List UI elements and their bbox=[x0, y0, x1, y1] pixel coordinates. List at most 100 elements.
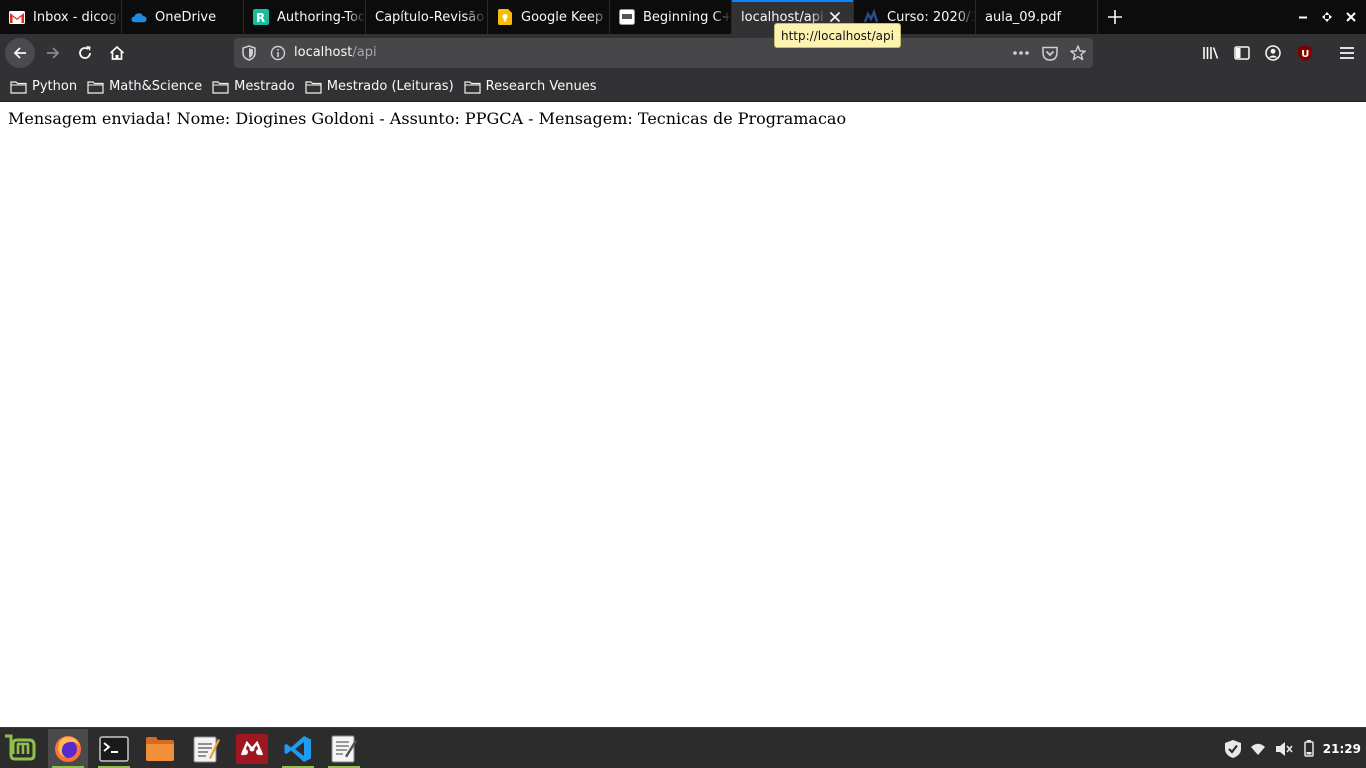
reload-icon bbox=[79, 46, 91, 59]
tab-title: Beginning C++ bbox=[643, 9, 731, 25]
bookmark-label: Math&Science bbox=[109, 79, 203, 94]
response-message: Mensagem enviada! Nome: Diogines Goldoni… bbox=[8, 109, 847, 128]
tab-onedrive[interactable]: OneDrive bbox=[122, 0, 244, 34]
plus-icon bbox=[1108, 10, 1122, 24]
tab-title: Inbox - dicogoldoni@gmail.com bbox=[33, 9, 121, 25]
battery-tray[interactable] bbox=[1300, 728, 1318, 768]
close-window-button[interactable] bbox=[1339, 0, 1363, 34]
minimize-window-button[interactable] bbox=[1291, 0, 1315, 34]
folder-icon bbox=[87, 80, 104, 94]
r-icon: R bbox=[253, 9, 269, 25]
onedrive-icon bbox=[131, 9, 147, 25]
tab-google-keep[interactable]: Google Keep bbox=[488, 0, 610, 34]
back-button[interactable] bbox=[5, 38, 35, 68]
folder-icon bbox=[212, 80, 229, 94]
mint-menu-button[interactable] bbox=[0, 729, 40, 768]
bookmark-label: Python bbox=[32, 79, 78, 94]
arrow-right-icon bbox=[47, 47, 60, 59]
sound-tray[interactable] bbox=[1273, 728, 1295, 768]
new-tab-button[interactable] bbox=[1098, 0, 1132, 34]
bookmark-star-icon[interactable] bbox=[1070, 45, 1086, 61]
tab-title: Google Keep bbox=[521, 9, 604, 25]
tracking-protection-icon[interactable] bbox=[241, 45, 257, 61]
tab-strip: Inbox - dicogoldoni@gmail.com OneDrive R… bbox=[0, 0, 1366, 34]
terminal-icon bbox=[99, 736, 129, 762]
maximize-window-button[interactable] bbox=[1315, 0, 1339, 34]
taskbar-clock[interactable]: 21:29 bbox=[1323, 728, 1361, 768]
taskbar-firefox[interactable] bbox=[48, 729, 88, 768]
files-icon bbox=[146, 737, 174, 761]
tab-gmail[interactable]: Inbox - dicogoldoni@gmail.com bbox=[0, 0, 122, 34]
pocket-icon[interactable] bbox=[1042, 45, 1058, 61]
taskbar-notes[interactable] bbox=[324, 729, 364, 768]
home-button[interactable] bbox=[102, 38, 132, 68]
url-path: /api bbox=[352, 45, 377, 60]
network-tray[interactable] bbox=[1248, 728, 1268, 768]
tab-title: Authoring-Tools bbox=[277, 9, 365, 25]
bookmark-folder-mestrado[interactable]: Mestrado bbox=[212, 75, 305, 99]
tab-title: aula_09.pdf bbox=[985, 9, 1062, 25]
taskbar-files[interactable] bbox=[140, 729, 180, 768]
bookmark-label: Mestrado bbox=[234, 79, 295, 94]
ublock-icon: U bbox=[1298, 45, 1312, 61]
bookmark-folder-mestrado-leituras[interactable]: Mestrado (Leituras) bbox=[305, 75, 464, 99]
taskbar-text-editor[interactable] bbox=[186, 729, 226, 768]
library-icon bbox=[1203, 47, 1219, 59]
update-manager-tray[interactable] bbox=[1223, 728, 1243, 768]
navigation-toolbar: localhost/api U bbox=[0, 34, 1366, 72]
close-icon bbox=[1346, 12, 1356, 22]
hamburger-menu-icon bbox=[1340, 47, 1354, 59]
shield-check-icon bbox=[1225, 739, 1241, 758]
forward-button[interactable] bbox=[38, 38, 68, 68]
account-button[interactable] bbox=[1258, 38, 1288, 68]
gmail-icon bbox=[9, 9, 25, 25]
tab-title: OneDrive bbox=[155, 9, 217, 25]
svg-text:R: R bbox=[256, 11, 265, 25]
sidebar-button[interactable] bbox=[1227, 38, 1257, 68]
tab-title: Curso: 2020/1 bbox=[887, 9, 975, 25]
bookmark-label: Mestrado (Leituras) bbox=[326, 79, 454, 94]
wifi-icon bbox=[1251, 743, 1265, 755]
taskbar-terminal[interactable] bbox=[94, 729, 134, 768]
bookmarks-toolbar: Python Math&Science Mestrado Mestrado (L… bbox=[0, 72, 1366, 102]
reload-button[interactable] bbox=[70, 38, 100, 68]
page-content: Mensagem enviada! Nome: Diogines Goldoni… bbox=[0, 102, 1366, 727]
text-editor-icon bbox=[193, 736, 220, 763]
minimize-icon bbox=[1299, 16, 1307, 19]
volume-muted-icon bbox=[1276, 741, 1293, 756]
maximize-icon bbox=[1322, 12, 1332, 22]
keep-icon bbox=[497, 9, 513, 25]
url-bar[interactable]: localhost/api bbox=[234, 38, 1093, 68]
tab-beginning-cpp[interactable]: Beginning C++ bbox=[610, 0, 732, 34]
taskbar-mendeley[interactable] bbox=[232, 729, 272, 768]
ublock-button[interactable]: U bbox=[1290, 38, 1320, 68]
firefox-icon bbox=[55, 736, 81, 762]
tab-title: Capítulo-Revisão bbox=[375, 9, 485, 25]
library-button[interactable] bbox=[1196, 38, 1226, 68]
folder-icon bbox=[10, 80, 27, 94]
site-info-icon[interactable] bbox=[270, 45, 286, 61]
url-text: localhost/api bbox=[294, 45, 377, 60]
folder-icon bbox=[305, 80, 322, 94]
vscode-icon bbox=[284, 736, 311, 762]
bookmark-folder-python[interactable]: Python bbox=[10, 75, 87, 99]
battery-icon bbox=[1304, 740, 1314, 757]
mendeley-icon bbox=[236, 734, 268, 764]
svg-text:U: U bbox=[1301, 49, 1309, 60]
taskbar-vscode[interactable] bbox=[278, 729, 318, 768]
page-actions-icon[interactable] bbox=[1013, 45, 1029, 61]
bookmark-folder-research-venues[interactable]: Research Venues bbox=[464, 75, 607, 99]
url-host: localhost bbox=[294, 45, 353, 60]
tab-authoring[interactable]: R Authoring-Tools bbox=[244, 0, 366, 34]
notes-icon bbox=[331, 735, 357, 763]
folder-icon bbox=[464, 80, 481, 94]
tab-tooltip: http://localhost/api bbox=[774, 23, 901, 48]
taskbar: 21:29 bbox=[0, 727, 1366, 768]
tab-aula-pdf[interactable]: aula_09.pdf bbox=[976, 0, 1098, 34]
home-icon bbox=[109, 45, 125, 60]
account-icon bbox=[1265, 45, 1281, 61]
bookmark-folder-math-science[interactable]: Math&Science bbox=[87, 75, 212, 99]
tab-capitulo[interactable]: Capítulo-Revisão bbox=[366, 0, 488, 34]
menu-button[interactable] bbox=[1332, 38, 1362, 68]
arrow-left-icon bbox=[13, 47, 26, 59]
